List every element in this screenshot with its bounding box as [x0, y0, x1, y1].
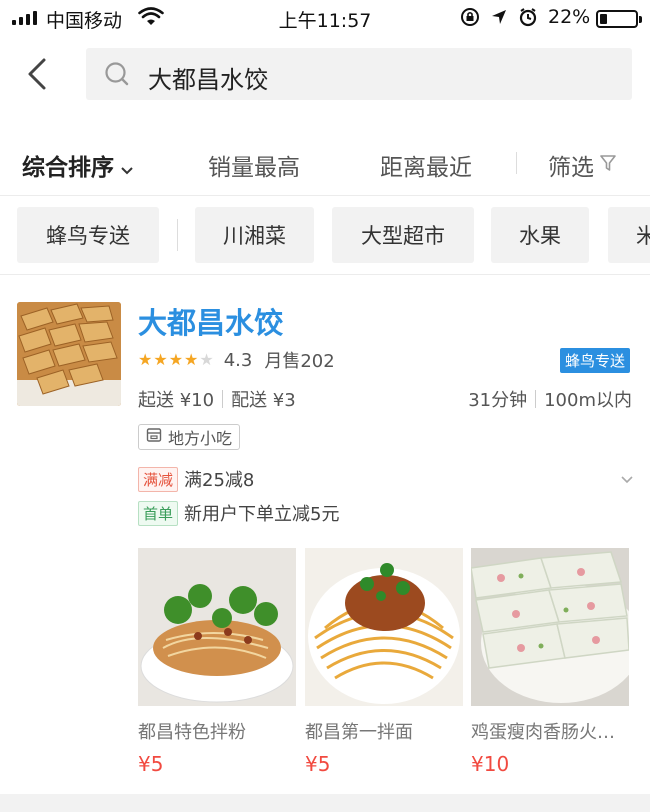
- star-icon: ★: [138, 350, 153, 369]
- filter-label: 筛选: [548, 155, 594, 181]
- delivery-badge: 蜂鸟专送: [560, 348, 631, 373]
- fee-row: 起送 ¥10 配送 ¥3: [138, 386, 296, 412]
- search-query: 大都昌水饺: [148, 66, 268, 94]
- tag-rice[interactable]: 米: [608, 207, 650, 263]
- delivery-time: 31分钟: [468, 390, 528, 411]
- star-icon: ★: [153, 350, 168, 369]
- star-icon: ★: [168, 350, 184, 369]
- back-button[interactable]: [22, 52, 58, 96]
- shop-icon: [146, 427, 162, 447]
- dish-price: ¥5: [305, 752, 331, 776]
- alarm-icon: [518, 7, 538, 32]
- delivery-fee: 配送 ¥3: [231, 390, 296, 411]
- tag-chuanxiang[interactable]: 川湘菜: [195, 207, 314, 263]
- search-icon: [104, 61, 130, 91]
- star-icon: ★: [199, 350, 214, 369]
- dish-card[interactable]: 鸡蛋瘦肉香肠火… ¥10: [471, 548, 629, 776]
- divider: [222, 390, 224, 408]
- promo-text: 新用户下单立减5元: [184, 504, 340, 525]
- shop-thumbnail[interactable]: [17, 302, 121, 406]
- rating-row: ★ ★ ★ ★ ★ 4.3 月售202: [138, 348, 335, 373]
- status-bar: 中国移动 上午11:57 22%: [0, 0, 650, 36]
- divider: [516, 152, 517, 174]
- sort-composite-label: 综合排序: [22, 155, 114, 181]
- promo-first-order: 首单 新用户下单立减5元: [138, 500, 339, 526]
- dish-card[interactable]: 都昌特色拌粉 ¥5: [138, 548, 296, 776]
- monthly-sales: 月售202: [264, 351, 335, 372]
- search-input[interactable]: 大都昌水饺: [86, 48, 632, 100]
- tag-supermarket[interactable]: 大型超市: [332, 207, 474, 263]
- quick-filter-tags: 蜂鸟专送 川湘菜 大型超市 水果 米: [0, 197, 650, 275]
- section-gap: [0, 794, 650, 812]
- dish-name: 鸡蛋瘦肉香肠火…: [471, 722, 615, 743]
- chevron-left-icon: [28, 58, 46, 90]
- chevron-down-icon: [120, 156, 134, 182]
- promo-text: 满25减8: [184, 470, 255, 491]
- divider: [177, 219, 178, 251]
- dish-card[interactable]: 都昌第一拌面 ¥5: [305, 548, 463, 776]
- dish-image: [138, 548, 296, 706]
- sort-distance[interactable]: 距离最近: [380, 148, 472, 182]
- distance: 100m以内: [544, 390, 632, 411]
- orientation-lock-icon: [460, 7, 480, 32]
- dish-image: [471, 548, 629, 706]
- category-label: 地方小吃: [168, 429, 233, 448]
- sort-distance-label: 距离最近: [380, 155, 472, 181]
- dish-name: 都昌第一拌面: [305, 722, 413, 743]
- promo-badge: 满减: [138, 466, 179, 492]
- divider: [535, 390, 537, 408]
- dish-image: [305, 548, 463, 706]
- expand-promos-button[interactable]: [620, 470, 634, 489]
- star-icon: ★: [184, 350, 199, 369]
- rating-stars: ★ ★ ★ ★ ★: [138, 352, 214, 368]
- funnel-icon: [600, 152, 616, 178]
- dish-price: ¥10: [471, 752, 510, 776]
- promo-badge: 首单: [138, 500, 179, 526]
- chevron-down-icon: [621, 476, 633, 484]
- filter-button[interactable]: 筛选: [548, 148, 616, 182]
- category-tag: 地方小吃: [138, 424, 241, 450]
- dish-name: 都昌特色拌粉: [138, 722, 246, 743]
- location-icon: [490, 8, 508, 31]
- dish-price: ¥5: [138, 752, 164, 776]
- battery-percent: 22%: [548, 6, 591, 28]
- min-order: 起送 ¥10: [138, 390, 215, 411]
- tag-fruit[interactable]: 水果: [491, 207, 589, 263]
- sort-sales[interactable]: 销量最高: [208, 148, 300, 182]
- shop-name[interactable]: 大都昌水饺: [138, 300, 283, 342]
- tag-fengniao[interactable]: 蜂鸟专送: [17, 207, 159, 263]
- sort-composite[interactable]: 综合排序: [22, 148, 134, 182]
- rating-score: 4.3: [223, 349, 253, 371]
- promo-discount: 满减 满25减8: [138, 466, 254, 492]
- sort-sales-label: 销量最高: [208, 155, 300, 181]
- battery-icon: [596, 10, 642, 28]
- eta-row: 31分钟 100m以内: [468, 386, 632, 412]
- sort-bar: 综合排序 销量最高 距离最近 筛选: [0, 128, 650, 196]
